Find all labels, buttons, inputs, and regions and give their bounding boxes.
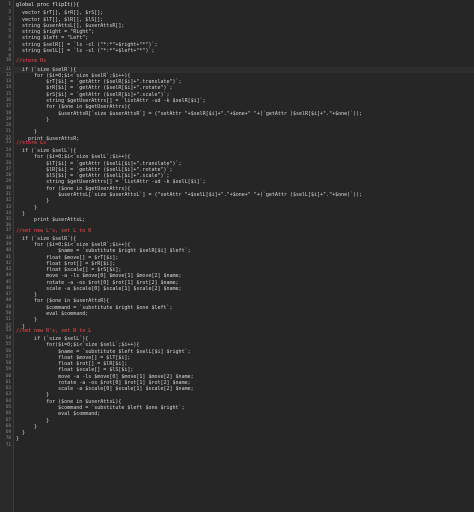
line-number: 23 (5, 139, 11, 145)
line-number: 71 (5, 442, 11, 448)
code-line[interactable]: 53 //set new R's, set R to L (0, 328, 474, 334)
code-line[interactable]: 23 //store Ls (0, 140, 474, 146)
code-line[interactable]: 10 //store Rs (0, 58, 474, 64)
code-comment: //set new L's, set L to R (16, 227, 92, 234)
line-number: 10 (5, 58, 11, 64)
code-line[interactable]: 1 global proc flipIt(){ (0, 2, 474, 8)
code-comment: //store Rs (16, 58, 47, 65)
script-editor[interactable]: 1 global proc flipIt(){2 vector $rT[], $r… (0, 0, 474, 512)
line-number: 1 (8, 2, 11, 7)
code-text: global proc flipIt(){ (16, 2, 80, 8)
code-comment: //set new R's, set R to L (16, 327, 92, 334)
line-number: 53 (5, 327, 11, 333)
code-comment: //store Ls (16, 139, 47, 146)
code-line[interactable]: 37 //set new L's, set L to R (0, 228, 474, 234)
line-number: 37 (5, 227, 11, 233)
code-line[interactable]: 71 (0, 443, 474, 449)
code-area[interactable]: 1 global proc flipIt(){2 vector $rT[], $r… (0, 2, 474, 449)
